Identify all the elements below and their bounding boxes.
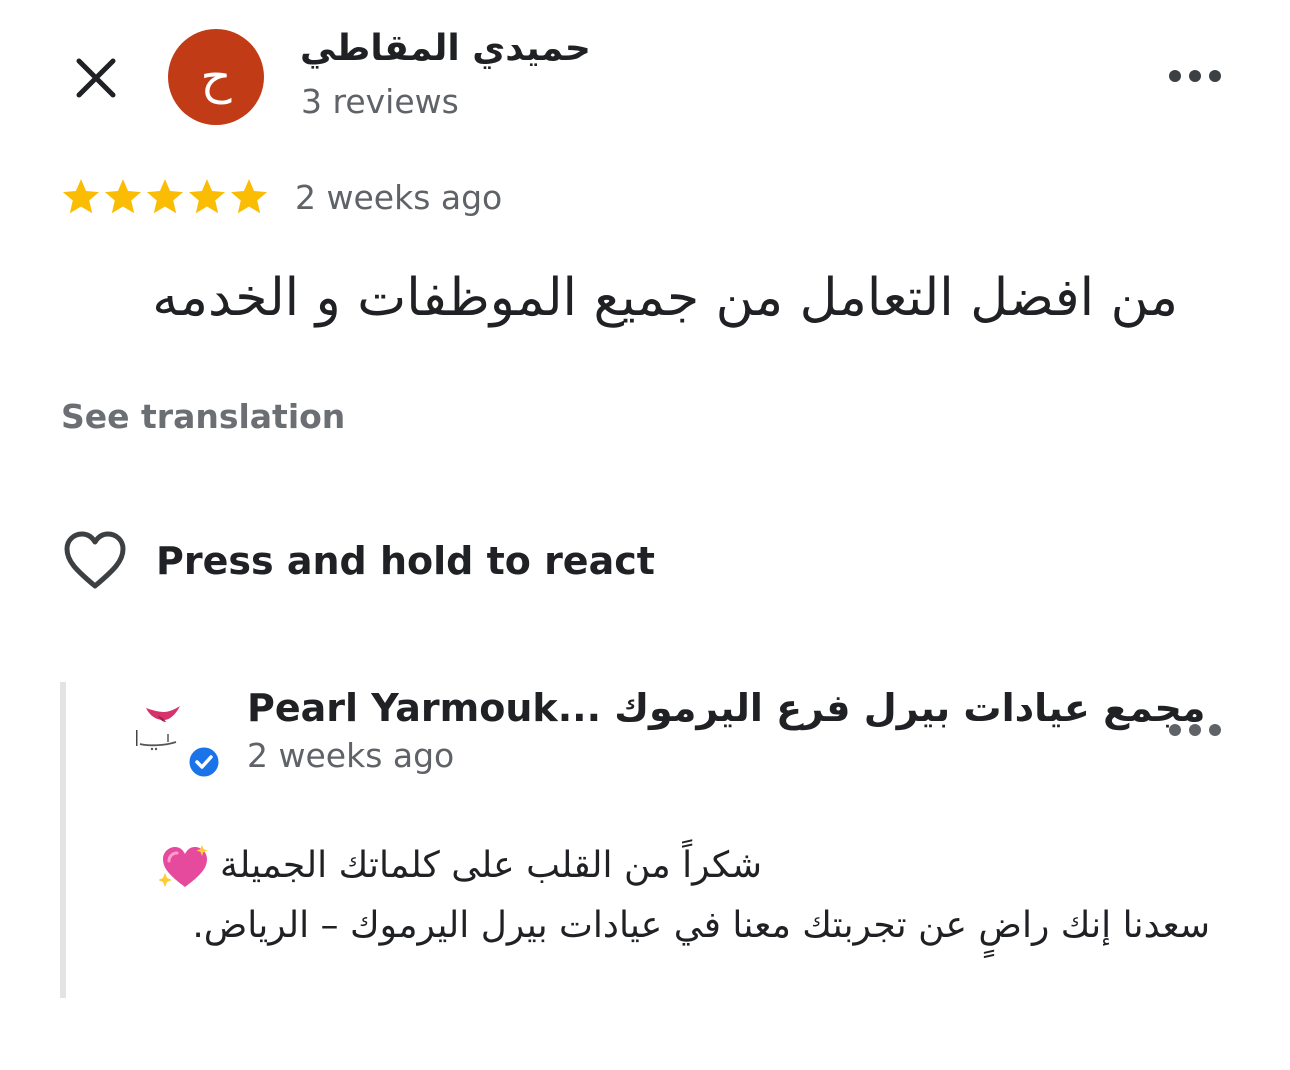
reviewer-review-count: 3 reviews — [301, 82, 459, 121]
owner-logo[interactable] — [118, 700, 194, 756]
more-horizontal-icon — [1169, 724, 1221, 736]
review-detail-page: ح حميدي المقاطي 3 reviews 2 weeks ago من… — [0, 0, 1290, 1070]
owner-reply-more-button[interactable] — [1160, 712, 1230, 748]
star-icon — [62, 179, 100, 214]
more-options-button[interactable] — [1160, 58, 1230, 94]
owner-name[interactable]: Pearl Yarmouk... مجمع عيادات بيرل فرع ال… — [247, 686, 1205, 730]
star-icon — [230, 179, 268, 214]
reviewer-name[interactable]: حميدي المقاطي — [300, 28, 591, 69]
avatar-letter: ح — [200, 49, 232, 105]
reviewer-avatar[interactable]: ح — [168, 29, 264, 125]
star-icon — [188, 179, 226, 214]
star-icon — [146, 179, 184, 214]
close-button[interactable] — [66, 48, 126, 108]
more-horizontal-icon — [1169, 70, 1221, 82]
react-label: Press and hold to react — [156, 539, 655, 583]
star-icon — [104, 179, 142, 214]
reply-line-2: سعدنا إنك راضٍ عن تجربتك معنا في عيادات … — [192, 905, 1210, 946]
heart-outline-icon — [64, 531, 126, 589]
see-translation-link[interactable]: See translation — [61, 397, 345, 436]
review-text: من افضل التعامل من جميع الموظفات و الخدم… — [152, 268, 1178, 328]
verified-check-icon — [186, 744, 222, 780]
pearls-logo-icon — [136, 706, 180, 751]
owner-reply-time: 2 weeks ago — [247, 736, 455, 775]
sparkling-heart-icon — [158, 845, 208, 887]
verified-badge — [186, 744, 222, 780]
reply-line-1: شكراً من القلب على كلماتك الجميلة — [112, 836, 762, 896]
reply-line-1-text: شكراً من القلب على كلماتك الجميلة — [220, 845, 762, 886]
star-rating — [60, 176, 270, 218]
review-time: 2 weeks ago — [295, 178, 503, 217]
owner-reply-text: شكراً من القلب على كلماتك الجميلة سعدنا … — [110, 836, 1210, 956]
reply-divider — [60, 682, 66, 998]
close-icon — [76, 58, 116, 98]
react-button[interactable]: Press and hold to react — [62, 530, 655, 592]
